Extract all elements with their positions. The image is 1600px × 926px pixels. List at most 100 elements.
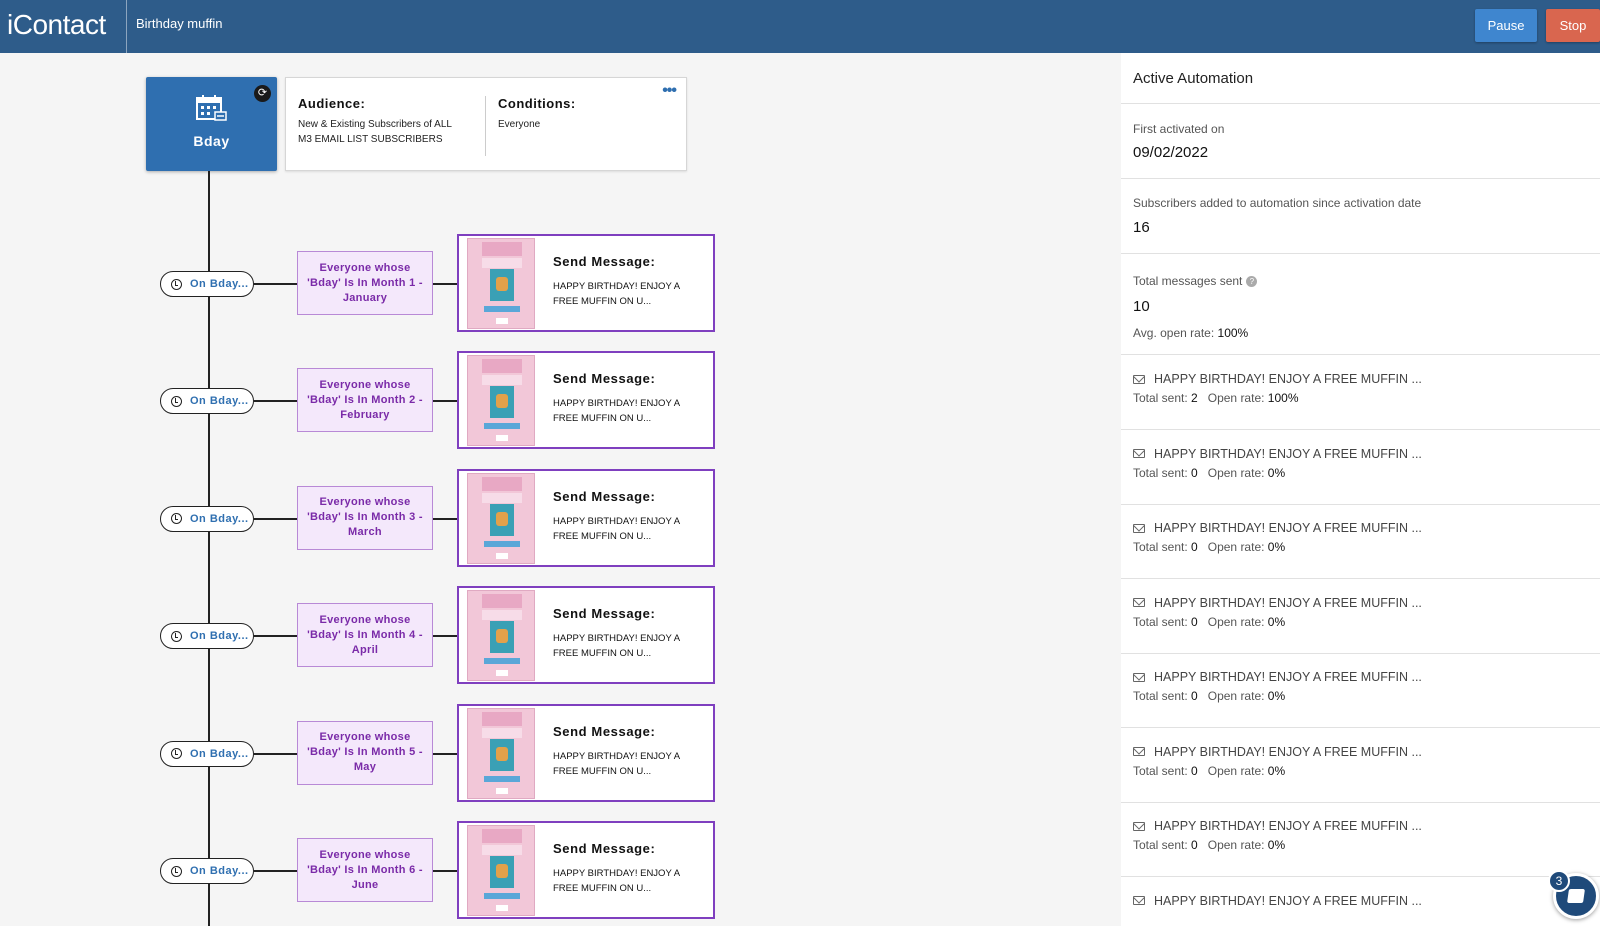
message-heading: Send Message: (553, 371, 656, 387)
delay-node[interactable]: On Bday... (160, 505, 254, 532)
thumb-button (484, 306, 520, 312)
connector-line (433, 635, 457, 638)
message-stat-row[interactable]: HAPPY BIRTHDAY! ENJOY A FREE MUFFIN ... … (1121, 430, 1600, 505)
delay-label: On Bday... (190, 630, 249, 643)
thumb-header (482, 829, 522, 843)
connector-line (254, 283, 297, 285)
message-stat-row[interactable]: HAPPY BIRTHDAY! ENJOY A FREE MUFFIN ... … (1121, 802, 1600, 877)
condition-node[interactable]: Everyone whose 'Bday' Is In Month 3 - Ma… (297, 485, 433, 550)
audience-conditions-card[interactable]: Audience: New & Existing Subscribers of … (285, 77, 687, 171)
delay-node[interactable]: On Bday... (160, 858, 254, 884)
delay-node[interactable]: On Bday... (160, 388, 254, 415)
pause-button[interactable]: Pause (1475, 9, 1537, 42)
message-subject: HAPPY BIRTHDAY! ENJOY A FREE MUFFIN ... (1154, 670, 1422, 684)
more-options-icon[interactable]: ••• (662, 82, 677, 100)
send-message-node[interactable]: Send Message: HAPPY BIRTHDAY! ENJOY A FR… (457, 468, 715, 567)
delay-node[interactable]: On Bday... (160, 623, 254, 650)
delay-node[interactable]: On Bday... (160, 740, 254, 767)
chat-widget[interactable]: 3 (1548, 870, 1599, 919)
delay-label: On Bday... (190, 747, 249, 760)
total-sent-count: 2 (1191, 391, 1198, 405)
open-rate-value: 0% (1267, 838, 1286, 852)
connector-line (254, 635, 297, 638)
total-sent-count: 0 (1191, 838, 1198, 852)
top-bar: iContact Birthday muffin Pause Stop (0, 0, 1600, 53)
message-stat-row[interactable]: HAPPY BIRTHDAY! ENJOY A FREE MUFFIN ... … (1121, 504, 1600, 579)
thumb-footer (496, 318, 508, 324)
first-activated-section: First activated on 09/02/2022 (1121, 104, 1600, 179)
message-stats: Total sent: 0 Open rate: 0% (1133, 764, 1285, 778)
email-thumbnail (467, 707, 535, 799)
condition-node[interactable]: Everyone whose 'Bday' Is In Month 2 - Fe… (297, 368, 433, 433)
total-sent-label: Total sent: (1133, 689, 1188, 703)
delay-node[interactable]: On Bday... (160, 271, 254, 297)
message-stat-row[interactable]: HAPPY BIRTHDAY! ENJOY A FREE MUFFIN ... … (1121, 355, 1600, 430)
total-sent-label: Total sent: (1133, 540, 1188, 554)
send-message-node[interactable]: Send Message: HAPPY BIRTHDAY! ENJOY A FR… (457, 703, 715, 802)
workflow-step: On Bday... Everyone whose 'Bday' Is In M… (0, 821, 720, 919)
thumb-header (482, 711, 522, 726)
total-sent-label: Total sent: (1133, 614, 1188, 629)
email-thumbnail (467, 355, 535, 447)
total-sent-count: 0 (1191, 614, 1198, 629)
avg-open-label: Avg. open rate: (1133, 326, 1215, 340)
automation-canvas: ⟳ Bday Audience: New & Existing Subscrib… (0, 53, 1121, 926)
total-sent-value: 10 (1133, 298, 1150, 315)
thumb-button (484, 893, 520, 899)
message-stat-row[interactable]: HAPPY BIRTHDAY! ENJOY A FREE MUFFIN ... … (1121, 653, 1600, 728)
total-messages-section: Total messages sent? 10 Avg. open rate: … (1121, 254, 1600, 355)
automation-title: Birthday muffin (136, 16, 223, 31)
thumb-footer (496, 670, 508, 677)
message-stats: Total sent: 0 Open rate: 0% (1133, 466, 1285, 480)
chat-icon (1567, 889, 1585, 903)
open-rate-label: Open rate: (1207, 391, 1265, 405)
condition-node[interactable]: Everyone whose 'Bday' Is In Month 6 - Ju… (297, 838, 433, 902)
message-stats: Total sent: 2 Open rate: 100% (1133, 391, 1299, 405)
message-subject: HAPPY BIRTHDAY! ENJOY A FREE MUFFIN ... (1154, 521, 1422, 535)
message-subject: HAPPY BIRTHDAY! ENJOY A FREE MUFFIN ON U… (553, 750, 680, 777)
message-subject: HAPPY BIRTHDAY! ENJOY A FREE MUFFIN ... (1154, 372, 1422, 386)
open-rate-value: 100% (1267, 391, 1299, 405)
send-message-node[interactable]: Send Message: HAPPY BIRTHDAY! ENJOY A FR… (457, 821, 715, 919)
condition-node[interactable]: Everyone whose 'Bday' Is In Month 4 - Ap… (297, 603, 433, 668)
message-subject-row: HAPPY BIRTHDAY! ENJOY A FREE MUFFIN ... (1133, 447, 1422, 461)
open-rate-value: 0% (1267, 540, 1286, 554)
message-stats: Total sent: 0 Open rate: 0% (1133, 689, 1285, 703)
thumb-footer (496, 787, 508, 794)
sidebar-header: Active Automation (1121, 53, 1600, 104)
subscribers-label: Subscribers added to automation since ac… (1133, 196, 1422, 210)
message-stat-row[interactable]: HAPPY BIRTHDAY! ENJOY A FREE MUFFIN ... … (1121, 728, 1600, 803)
send-message-node[interactable]: Send Message: HAPPY BIRTHDAY! ENJOY A FR… (457, 234, 715, 332)
message-stat-row[interactable]: HAPPY BIRTHDAY! ENJOY A FREE MUFFIN ... (1121, 877, 1600, 926)
email-thumbnail (467, 472, 535, 564)
thumb-button (484, 423, 520, 430)
message-subject: HAPPY BIRTHDAY! ENJOY A FREE MUFFIN ... (1154, 744, 1422, 759)
send-message-node[interactable]: Send Message: HAPPY BIRTHDAY! ENJOY A FR… (457, 586, 715, 685)
message-stat-row[interactable]: HAPPY BIRTHDAY! ENJOY A FREE MUFFIN ... … (1121, 579, 1600, 654)
logo-text: iContact (7, 9, 106, 40)
connector-line (254, 400, 297, 403)
condition-node[interactable]: Everyone whose 'Bday' Is In Month 1 - Ja… (297, 251, 433, 315)
message-stats: Total sent: 0 Open rate: 0% (1133, 838, 1285, 852)
thumb-subheader (482, 727, 522, 738)
muffin-image (496, 511, 508, 526)
condition-node[interactable]: Everyone whose 'Bday' Is In Month 5 - Ma… (297, 720, 433, 785)
delay-label: On Bday... (190, 865, 249, 877)
muffin-image (496, 864, 508, 878)
sidebar-title: Active Automation (1133, 70, 1254, 87)
header-divider (126, 0, 127, 53)
envelope-icon (1133, 523, 1145, 533)
total-sent-label: Total sent: (1133, 465, 1188, 480)
stop-button[interactable]: Stop (1546, 9, 1600, 42)
thumb-button (484, 540, 520, 547)
total-sent-count: 0 (1191, 763, 1198, 778)
help-icon[interactable]: ? (1246, 276, 1258, 288)
thumb-subheader (482, 375, 522, 386)
send-message-node[interactable]: Send Message: HAPPY BIRTHDAY! ENJOY A FR… (457, 351, 715, 450)
stats-sidebar: Active Automation First activated on 09/… (1121, 53, 1600, 926)
icontact-logo[interactable]: iContact (7, 9, 106, 41)
avg-open-rate: Avg. open rate: 100% (1133, 326, 1248, 340)
total-sent-count: 0 (1191, 465, 1198, 480)
trigger-node[interactable]: ⟳ Bday (146, 77, 277, 171)
message-subject: HAPPY BIRTHDAY! ENJOY A FREE MUFFIN ON U… (553, 398, 680, 425)
